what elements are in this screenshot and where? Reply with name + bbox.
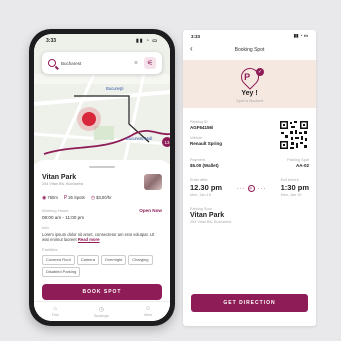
parking-thumbnail[interactable] [144,174,162,190]
parking-sheet: Vitan Park 254 Vitan Blv, Bucharest ◉750… [34,160,170,321]
spot-label: Parking Spot [287,158,309,162]
facility-chip: Charging [128,254,153,265]
booking-screen: 3:33 ▮▮ ◔ ▭ ‹ Booking Spot P Yey ! Spot … [183,30,316,326]
park-label: Parking Spot [190,207,212,211]
map-pin[interactable] [82,112,96,126]
facility-chip: Camera [76,254,99,265]
details-left-col: Parking ID AGF64156/ Vehicle Renault Spr… [190,120,222,150]
status-bar: 3:33 ▮▮ ◔ ▭ [34,34,170,48]
vehicle-label: Vehicle [190,136,203,140]
price-item: ◷$3,00/hr [91,195,112,201]
hours-row: Working Hours Open Now [42,208,162,213]
payment-label: Payment [190,158,205,162]
tab-label: Find [51,313,59,317]
filter-icon[interactable]: ⚟ [144,57,156,69]
book-spot-button[interactable]: BOOK SPOT [42,283,162,300]
facility-chip: Overnight [100,254,127,265]
hours-label: Working Hours [42,208,69,213]
parking-address: 254 Vitan Blv, Bucharest [42,182,84,186]
tab-find[interactable]: ⌂ Find [52,306,59,317]
payment-row: Payment $5.00 (Wallet) Parking Spot AA-0… [190,158,309,168]
info-label: Info [42,225,49,230]
parking-mini-icon: P [247,185,255,192]
phone-screen: 3:33 ▮▮ ◔ ▭ Bucureşti Bucuresti Mall 13 … [34,34,170,321]
vehicle-value: Renault Spring [190,141,223,146]
price-value: $3,00/hr [96,195,112,200]
get-direction-button[interactable]: GET DIRECTION [191,294,308,312]
spot-value: AA-02 [295,163,309,168]
status-time: 3:33 [191,33,201,39]
success-title: Yey ! [241,90,258,97]
spots-item: P26 Spots [64,195,85,201]
search-icon [48,59,56,67]
payment-col: Payment $5.00 (Wallet) [190,158,219,168]
tab-bar: ⌂ Find ◷ Bookings ☺ More [34,301,170,321]
details-top-row: Parking ID AGF64156/ Vehicle Renault Spr… [190,120,309,150]
distance-item: ◉750m [42,195,58,201]
map-label-bucuresti: Bucureşti [106,86,124,91]
exit-time: 1:30 pm [280,183,309,192]
success-subtitle: Spot is Booked [236,98,263,103]
clock-icon: ◷ [98,306,105,313]
exit-col: Exit before 1:30 pm Mon, Jan 19 [281,178,309,197]
distance-value: 750m [47,195,58,200]
hours-value: 08:00 am - 11:00 pm [42,215,85,220]
booking-header: ‹ Booking Spot [183,44,316,56]
facility-chip: Covered Roof [42,254,75,265]
parking-location: Parking Spot Vitan Park 254 Vitan Blv, B… [190,207,309,224]
tab-label: Bookings [94,313,109,318]
tab-label: More [144,313,153,317]
stage: 3:33 ▮▮ ◔ ▭ Bucureşti Bucuresti Mall 13 … [0,0,341,341]
search-bar[interactable]: Bucharest × ⚟ [42,52,162,74]
parking-id-value: AGF64156/ [190,125,214,130]
status-time: 3:33 [46,38,57,44]
tab-bookings[interactable]: ◷ Bookings [94,306,108,318]
search-input[interactable]: Bucharest [61,61,134,66]
facilities-list: Covered Roof Camera Overnight Charging D… [42,254,162,277]
home-icon: ⌂ [53,306,58,312]
booking-details: Parking ID AGF64156/ Vehicle Renault Spr… [190,120,309,224]
enter-label: Enter after [190,178,208,182]
spot-col: Parking Spot AA-02 [287,158,309,168]
enter-col: Enter after 12.30 pm Mon, Jan 19 [190,178,222,197]
parking-icon: P [63,195,68,201]
enter-time: 12.30 pm [190,183,223,192]
park-address: 254 Vitan Blv, Bucharest [190,220,232,224]
clock-icon: ◷ [90,195,96,201]
map-cluster-badge[interactable]: 13 [162,137,170,147]
status-icons: ▮▮ ◔ ▭ [293,33,308,38]
location-icon: ◉ [42,195,47,201]
user-icon: ☺ [145,306,152,312]
parking-id-label: Parking ID [190,120,208,124]
success-banner: P Yey ! Spot is Booked [183,60,316,108]
read-more-link[interactable]: Read more [78,237,100,242]
back-icon[interactable]: ‹ [190,44,193,53]
spots-value: 26 Spots [68,195,85,200]
tab-more[interactable]: ☺ More [144,306,152,317]
facilities-label: Facilities [42,246,58,252]
map-label-mall: Bucuresti Mall [126,136,153,141]
sheet-handle[interactable] [89,166,115,168]
payment-value: $5.00 (Wallet) [190,163,219,168]
check-icon: ✓ [256,68,264,76]
qr-code-icon[interactable] [279,120,309,150]
open-status: Open Now [139,208,162,213]
facility-chip: Disabled Parking [42,266,81,277]
exit-date: Mon, Jan 19 [280,193,302,197]
parking-meta: ◉750m P26 Spots ◷$3,00/hr [42,195,162,201]
time-row: Enter after 12.30 pm Mon, Jan 19 ··· P ·… [190,178,309,197]
clear-icon[interactable]: × [134,60,138,67]
park-name: Vitan Park [190,212,225,219]
parking-name: Vitan Park [42,174,77,181]
exit-label: Exit before [280,178,299,182]
status-icons: ▮▮ ◔ ▭ [135,38,158,44]
page-title: Booking Spot [234,47,265,53]
enter-date: Mon, Jan 19 [190,193,211,197]
status-bar: 3:33 ▮▮ ◔ ▭ [183,30,316,42]
duration-connector: ··· P ··· [236,185,267,192]
phone-frame: 3:33 ▮▮ ◔ ▭ Bucureşti Bucuresti Mall 13 … [29,29,175,326]
info-text-block: Lorem ipsum dolor sit amet, consectetur … [42,232,162,243]
parking-header: Vitan Park 254 Vitan Blv, Bucharest [42,174,162,190]
